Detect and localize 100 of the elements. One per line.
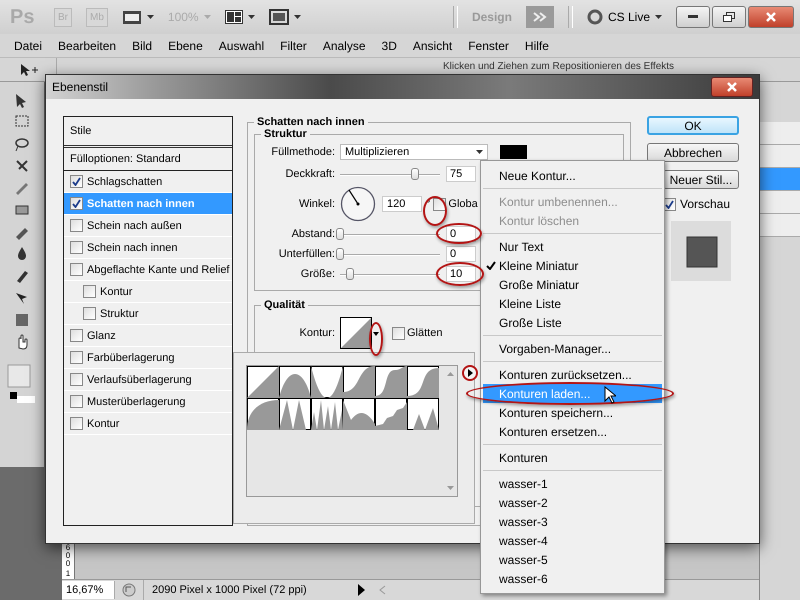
style-item[interactable]: Struktur <box>64 303 232 325</box>
checkbox[interactable] <box>70 351 83 364</box>
style-item[interactable]: Schein nach außen <box>64 215 232 237</box>
dialog-button[interactable]: OK <box>647 116 739 135</box>
checkbox[interactable] <box>83 285 96 298</box>
layout-icon[interactable] <box>224 10 243 24</box>
contour-preview[interactable] <box>340 317 372 349</box>
menu-item[interactable]: Filter <box>272 38 315 52</box>
screen-mode-icon[interactable] <box>268 9 289 25</box>
menu-item[interactable]: Bild <box>124 38 160 52</box>
flyout-menu-button[interactable] <box>462 365 478 381</box>
style-item[interactable]: Glanz <box>64 325 232 347</box>
checkbox[interactable] <box>70 197 83 210</box>
menu-item[interactable]: Konturen <box>483 448 662 467</box>
style-item[interactable]: Verlaufsüberlagerung <box>64 369 232 391</box>
menu-item[interactable]: Hilfe <box>516 38 557 52</box>
slider-thumb[interactable] <box>336 228 344 240</box>
menu-item[interactable]: Ebene <box>160 38 211 52</box>
color-swatch[interactable] <box>500 145 527 159</box>
menu-item[interactable]: Vorgaben-Manager... <box>483 339 662 358</box>
style-item[interactable]: Musterüberlagerung <box>64 391 232 413</box>
restore-button[interactable] <box>712 6 746 28</box>
dialog-button[interactable]: Neuer Stil... <box>663 170 739 189</box>
style-item[interactable]: Farbüberlagerung <box>64 347 232 369</box>
style-item[interactable]: Kontur <box>64 413 232 435</box>
menu-item[interactable]: Auswahl <box>210 38 272 52</box>
checkbox[interactable] <box>70 263 83 276</box>
menu-item[interactable]: Konturen zurücksetzen... <box>483 365 662 384</box>
contour-thumbnail[interactable] <box>247 398 279 430</box>
checkbox[interactable] <box>70 241 83 254</box>
close-button[interactable] <box>711 77 753 97</box>
minimize-button[interactable] <box>676 6 710 28</box>
menu-item[interactable]: Kleine Liste <box>483 294 662 313</box>
menu-item[interactable]: Große Liste <box>483 313 662 332</box>
style-item[interactable]: Abgeflachte Kante und Relief <box>64 259 232 281</box>
zoom-field[interactable]: 16,67% <box>62 581 115 599</box>
move-tool-icon[interactable] <box>18 62 38 78</box>
dropdown-caret-icon[interactable] <box>476 150 483 154</box>
contour-thumbnail[interactable] <box>311 366 343 398</box>
blend-mode-dropdown[interactable]: Multiplizieren <box>340 144 488 160</box>
angle-dial[interactable] <box>340 186 376 222</box>
value-field[interactable]: 75 <box>446 166 476 182</box>
slider-thumb[interactable] <box>336 248 344 260</box>
checkbox[interactable] <box>70 329 83 342</box>
menu-item[interactable]: Bearbeiten <box>50 38 124 52</box>
menu-item[interactable]: Große Miniatur <box>483 275 662 294</box>
menu-item[interactable]: Datei <box>6 38 50 52</box>
minimize-icon[interactable] <box>688 15 698 19</box>
angle-field[interactable]: 120 <box>382 196 422 212</box>
slider-thumb[interactable] <box>411 168 419 180</box>
close-icon[interactable] <box>765 12 777 22</box>
restore-icon[interactable] <box>723 12 735 22</box>
menu-item[interactable]: Nur Text <box>483 237 662 256</box>
contour-thumbnail[interactable] <box>375 366 407 398</box>
value-field[interactable]: 0 <box>446 226 476 242</box>
menu-item[interactable]: wasser-5 <box>483 550 662 569</box>
checkbox[interactable] <box>70 219 83 232</box>
caret-icon[interactable] <box>655 15 662 19</box>
menu-item[interactable]: wasser-1 <box>483 474 662 493</box>
value-field[interactable]: 0 <box>446 246 476 262</box>
close-button[interactable] <box>748 6 794 28</box>
contour-thumbnail[interactable] <box>375 398 407 430</box>
menu-item[interactable]: wasser-3 <box>483 512 662 531</box>
dialog-button[interactable]: Abbrechen <box>647 143 739 162</box>
menu-item[interactable]: Ansicht <box>404 38 460 52</box>
close-icon[interactable] <box>726 82 738 92</box>
checkbox[interactable] <box>83 307 96 320</box>
value-field[interactable]: 10 <box>446 266 476 282</box>
menu-item[interactable]: wasser-4 <box>483 531 662 550</box>
slider-thumb[interactable] <box>346 268 354 280</box>
menu-item[interactable]: Konturen speichern... <box>483 403 662 422</box>
contour-thumbnail[interactable] <box>343 366 375 398</box>
menu-item[interactable]: Konturen ersetzen... <box>483 422 662 441</box>
caret-icon[interactable] <box>294 15 301 19</box>
caret-icon[interactable] <box>146 15 154 19</box>
contour-thumbnail[interactable] <box>407 366 439 398</box>
menu-item[interactable]: wasser-2 <box>483 493 662 512</box>
menu-item[interactable]: Analyse <box>314 38 374 52</box>
style-item[interactable]: Kontur <box>64 281 232 303</box>
contour-thumbnail[interactable] <box>247 366 279 398</box>
contour-thumbnail[interactable] <box>311 398 343 430</box>
checkbox[interactable] <box>70 175 83 188</box>
contour-thumbnail[interactable] <box>279 398 311 430</box>
menu-item[interactable]: 3D <box>374 38 405 52</box>
menu-item[interactable]: Neue Kontur... <box>483 166 662 185</box>
menu-item[interactable]: Fenster <box>460 38 517 52</box>
caret-icon[interactable] <box>248 15 255 19</box>
color-swatches-icon[interactable] <box>7 364 37 404</box>
contour-thumbnail[interactable] <box>407 398 439 430</box>
film-icon[interactable] <box>122 9 142 25</box>
play-icon[interactable] <box>356 583 366 597</box>
menu-item[interactable]: Kleine Miniatur <box>483 256 662 275</box>
style-item[interactable]: Schein nach innen <box>64 237 232 259</box>
styles-header[interactable]: Stile <box>64 117 232 148</box>
menu-item[interactable]: wasser-6 <box>483 569 662 588</box>
checkbox[interactable] <box>392 326 405 340</box>
contour-thumbnail[interactable] <box>343 398 375 430</box>
blend-options-item[interactable]: Fülloptionen: Standard <box>64 148 232 171</box>
checkbox[interactable] <box>70 395 83 408</box>
checkbox[interactable] <box>70 373 83 386</box>
